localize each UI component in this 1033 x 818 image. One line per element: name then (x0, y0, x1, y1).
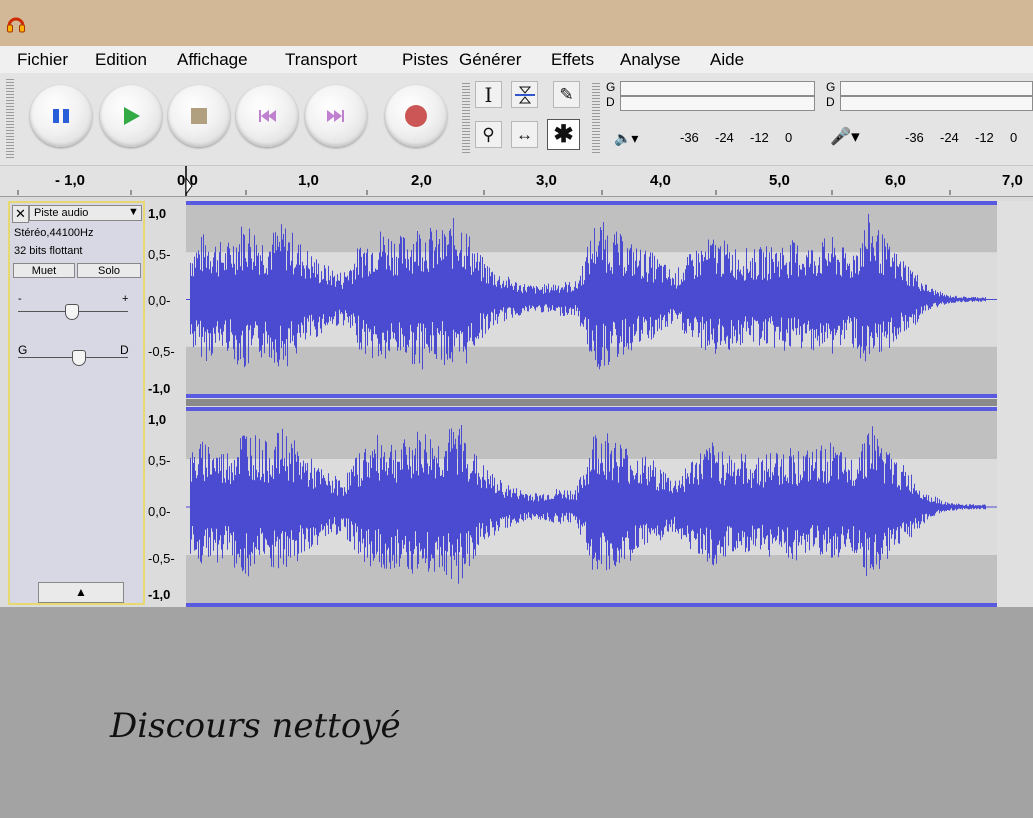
play-button[interactable] (100, 85, 162, 147)
scale-label: 0,0- (148, 504, 171, 519)
time-shift-tool[interactable]: ↔ (511, 121, 538, 148)
i-beam-icon: I (484, 82, 493, 107)
record-scale-12: -12 (975, 130, 994, 145)
toolbar: I ✎ ⚲ ↔ ✱ G D 🔈▾ -36 -24 -12 0 G D 🎤▾ -3… (0, 73, 1033, 166)
dropdown-arrow-icon: ▼ (128, 206, 139, 218)
record-meter-right[interactable] (840, 96, 1033, 111)
pause-button[interactable] (30, 85, 92, 147)
playback-meter-right[interactable] (620, 96, 815, 111)
waveform-left-channel (186, 201, 997, 398)
scale-label: -0,5- (148, 344, 175, 359)
magnifier-icon: ⚲ (482, 124, 495, 144)
pan-left-label: G (18, 343, 28, 357)
menu-aide[interactable]: Aide (710, 50, 744, 70)
track-name-menu[interactable]: Piste audio ▼ (29, 205, 142, 221)
microphone-icon[interactable]: 🎤▾ (830, 127, 860, 147)
stop-icon (191, 108, 207, 124)
track-name: Piste audio (34, 207, 89, 219)
playback-scale-24: -24 (715, 130, 734, 145)
menu-affichage[interactable]: Affichage (177, 50, 248, 70)
vertical-scale-right-channel[interactable]: 1,0 0,5- 0,0- -0,5- -1,0 (146, 407, 187, 606)
title-bar (0, 0, 1033, 46)
asterisk-icon: ✱ (553, 121, 574, 148)
playback-meter-left-label: G (606, 80, 616, 94)
vertical-scale-left-channel[interactable]: 1,0 0,5- 0,0- -0,5- -1,0 (146, 201, 187, 398)
track-right-margin (997, 201, 1033, 607)
track-format: Stéréo,44100Hz (14, 227, 94, 239)
collapse-arrow-icon: ▲ (75, 585, 87, 599)
selection-tool[interactable]: I (475, 81, 502, 108)
tools-grip[interactable] (462, 83, 470, 155)
solo-button[interactable]: Solo (77, 263, 141, 278)
scale-label: 0,5- (148, 247, 171, 262)
playback-scale-36: -36 (680, 130, 699, 145)
record-meter-right-label: D (826, 95, 835, 109)
timeline-ruler[interactable]: - 1,0 0,0 1,0 2,0 3,0 4,0 5,0 6,0 7,0 (0, 166, 1033, 197)
record-button[interactable] (385, 85, 447, 147)
channel-separator (186, 399, 997, 406)
audacity-headphones-icon[interactable] (6, 14, 26, 34)
menu-bar: Fichier Edition Affichage Transport Pist… (0, 46, 1033, 73)
envelope-tool[interactable] (511, 81, 538, 108)
pencil-icon: ✎ (559, 84, 574, 104)
record-scale-24: -24 (940, 130, 959, 145)
mute-button[interactable]: Muet (13, 263, 75, 278)
pan-slider-thumb[interactable] (72, 350, 86, 366)
skip-to-start-button[interactable] (236, 85, 298, 147)
menu-pistes[interactable]: Pistes (402, 50, 448, 70)
playback-scale-12: -12 (750, 130, 769, 145)
double-arrow-icon: ↔ (516, 124, 533, 144)
skip-to-end-button[interactable] (305, 85, 367, 147)
playback-meter-left[interactable] (620, 81, 815, 96)
gain-plus-label: + (122, 293, 129, 305)
multi-tool[interactable]: ✱ (547, 119, 580, 150)
menu-generer[interactable]: Générer (459, 50, 521, 70)
play-icon (124, 107, 140, 125)
menu-transport[interactable]: Transport (285, 50, 357, 70)
scale-label: 1,0 (148, 206, 167, 221)
skip-to-start-icon (259, 110, 276, 122)
pause-icon (53, 109, 69, 123)
scale-label: -1,0 (148, 381, 171, 396)
record-meter-left-label: G (826, 80, 836, 94)
menu-analyse[interactable]: Analyse (620, 50, 680, 70)
stop-button[interactable] (168, 85, 230, 147)
envelope-icon (514, 86, 535, 103)
close-track-icon[interactable]: ✕ (12, 205, 29, 223)
draw-tool[interactable]: ✎ (553, 81, 580, 108)
zoom-tool[interactable]: ⚲ (475, 121, 502, 148)
menu-fichier[interactable]: Fichier (17, 50, 68, 70)
playback-scale-0: 0 (785, 130, 793, 145)
ruler-ticks (17, 166, 951, 196)
record-scale-36: -36 (905, 130, 924, 145)
caption-text: Discours nettoyé (110, 706, 401, 746)
playback-meter-right-label: D (606, 95, 615, 109)
track-control-panel[interactable]: ✕ Piste audio ▼ Stéréo,44100Hz 32 bits f… (8, 201, 145, 605)
speaker-icon[interactable]: 🔈▾ (614, 130, 638, 147)
record-scale-0: 0 (1010, 130, 1018, 145)
gain-slider-thumb[interactable] (65, 304, 79, 320)
menu-edition[interactable]: Edition (95, 50, 147, 70)
meter-grip[interactable] (592, 83, 600, 155)
gain-minus-label: - (18, 293, 22, 305)
toolbar-grip[interactable] (6, 79, 14, 159)
waveform-right-channel (186, 407, 997, 607)
scale-label: 0,0- (148, 293, 171, 308)
skip-to-end-icon (327, 110, 344, 122)
pan-right-label: D (120, 343, 129, 357)
record-icon (405, 105, 427, 127)
scale-label: 1,0 (148, 412, 167, 427)
waveform-display[interactable] (186, 201, 997, 607)
record-meter-left[interactable] (840, 81, 1033, 96)
scale-label: -1,0 (148, 587, 171, 602)
collapse-track-button[interactable]: ▲ (38, 582, 124, 603)
menu-effets[interactable]: Effets (551, 50, 594, 70)
scale-label: -0,5- (148, 551, 175, 566)
track-bit-depth: 32 bits flottant (14, 245, 83, 257)
scale-label: 0,5- (148, 453, 171, 468)
